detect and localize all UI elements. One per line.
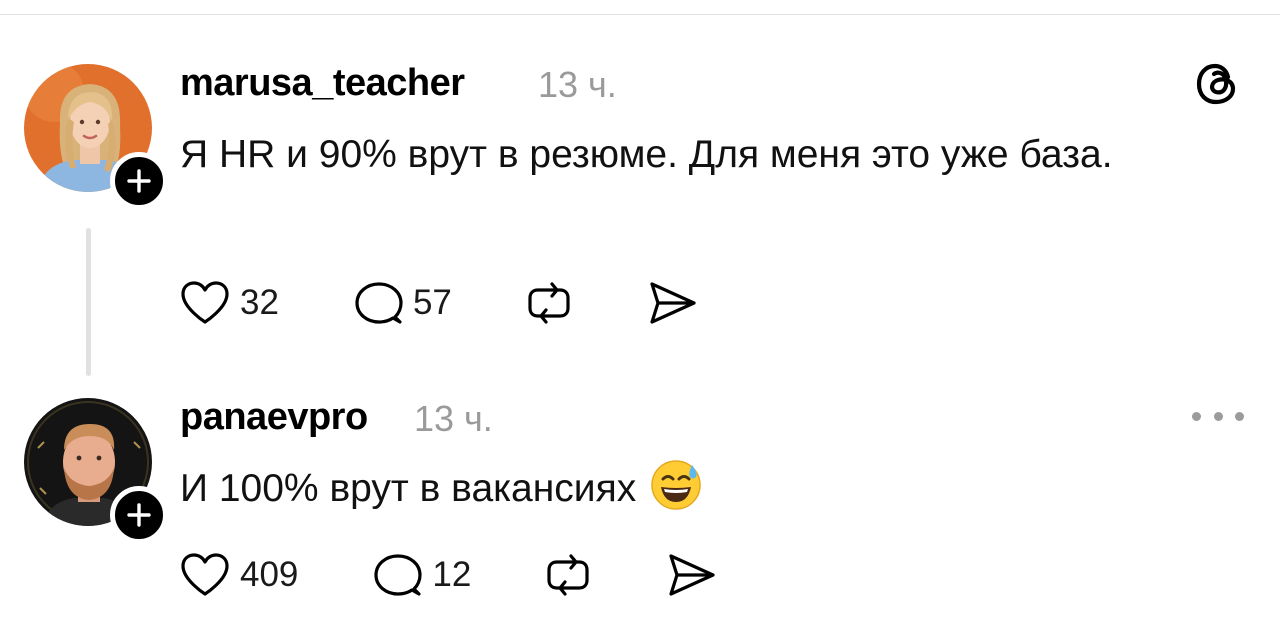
sweat-smile-emoji-icon (650, 459, 702, 530)
more-dot (1213, 411, 1223, 421)
threads-logo-icon[interactable] (1194, 60, 1242, 108)
like-count: 32 (240, 283, 279, 322)
top-divider (0, 14, 1280, 15)
post-text-content: И 100% врут в вакансиях (180, 467, 637, 510)
timestamp[interactable]: 13 ч. (414, 398, 493, 440)
thread-connector-line (86, 228, 91, 376)
post-actions: 32 57 (180, 280, 698, 326)
repost-icon (547, 554, 589, 596)
speech-bubble-icon (374, 554, 423, 596)
follow-button[interactable] (110, 152, 168, 210)
like-count: 409 (240, 555, 299, 594)
send-icon (650, 282, 696, 324)
like-button[interactable]: 409 (180, 552, 298, 598)
speech-bubble-icon (355, 282, 403, 324)
reply-button[interactable]: 12 (374, 552, 471, 598)
post-text: Я HR и 90% врут в резюме. Для меня это у… (180, 133, 1113, 176)
heart-icon (181, 281, 229, 324)
timestamp[interactable]: 13 ч. (538, 64, 617, 106)
username[interactable]: marusa_teacher (180, 62, 465, 105)
plus-icon (127, 503, 151, 527)
repost-button[interactable] (526, 280, 572, 326)
plus-icon (127, 169, 151, 193)
reply-button[interactable]: 57 (355, 280, 452, 326)
follow-button[interactable] (110, 486, 168, 544)
username[interactable]: panaevpro (180, 396, 368, 439)
post-text: И 100% врут в вакансиях (180, 458, 1210, 530)
more-options-icon[interactable] (1192, 408, 1244, 424)
reply-count: 12 (432, 555, 472, 594)
repost-button[interactable] (545, 552, 591, 598)
send-icon (669, 554, 715, 596)
share-button[interactable] (648, 280, 698, 326)
reply-count: 57 (412, 283, 452, 322)
more-dot (1235, 411, 1244, 421)
repost-icon (528, 282, 570, 324)
more-dot (1192, 411, 1201, 421)
heart-icon (181, 553, 229, 596)
post-actions: 409 12 (180, 552, 717, 598)
like-button[interactable]: 32 (180, 280, 279, 326)
share-button[interactable] (667, 552, 717, 598)
